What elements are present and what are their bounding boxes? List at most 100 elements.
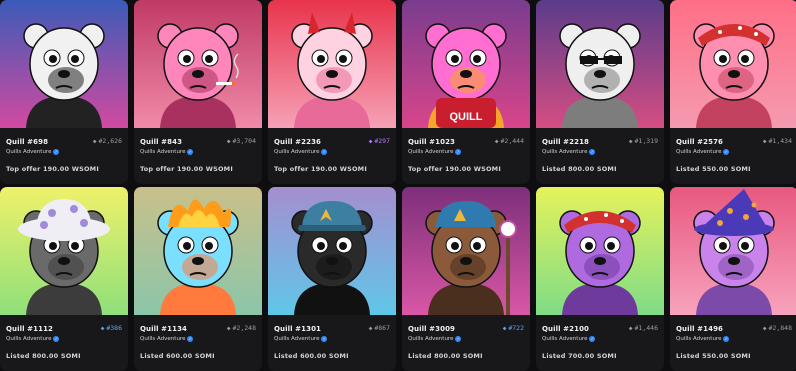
collection-name[interactable]: Quills Adventure ✓ [676, 336, 730, 342]
price-label: Listed 600.00 SOMI [140, 352, 215, 360]
nft-info: Quill #2236 ◆ #297 Quills Adventure ✓ Top off… [268, 128, 396, 184]
nft-image[interactable] [268, 0, 396, 128]
collection-label: Quills Adventure [408, 336, 454, 342]
nft-card[interactable]: Quill #1134 ◆ #2,248 Quills Adventure ✓ Liste… [134, 187, 262, 371]
rarity-rank: ◆ #1,319 [629, 137, 658, 145]
collection-name[interactable]: Quills Adventure ✓ [408, 149, 462, 155]
collection-name[interactable]: Quills Adventure ✓ [140, 336, 194, 342]
nft-image[interactable] [134, 187, 262, 315]
nft-name[interactable]: Quill #3009 [408, 325, 455, 333]
nft-info: Quill #1112 ◆ #386 Quills Adventure ✓ Listed … [0, 315, 128, 371]
rarity-rank-value: #722 [508, 324, 524, 332]
nft-name[interactable]: Quill #2218 [542, 138, 589, 146]
nft-card[interactable]: Quill #2236 ◆ #297 Quills Adventure ✓ Top off… [268, 0, 396, 184]
nft-image[interactable] [0, 187, 128, 315]
nft-image[interactable] [670, 0, 796, 128]
nft-card[interactable]: Quill #2100 ◆ #1,446 Quills Adventure ✓ Liste… [536, 187, 664, 371]
rarity-rank-value: #2,626 [98, 137, 122, 145]
rarity-rank-value: #2,248 [232, 324, 256, 332]
nft-card[interactable]: Quill #1112 ◆ #386 Quills Adventure ✓ Listed … [0, 187, 128, 371]
nft-card[interactable]: Quill #2576 ◆ #1,434 Quills Adventure ✓ Liste… [670, 0, 796, 184]
rarity-rank-value: #1,319 [634, 137, 658, 145]
collection-name[interactable]: Quills Adventure ✓ [274, 336, 328, 342]
rarity-icon: ◆ [628, 324, 633, 332]
price-label: Top offer 190.00 WSOMI [6, 165, 99, 173]
nft-name[interactable]: Quill #1112 [6, 325, 53, 333]
rarity-rank: ◆ #2,248 [227, 324, 256, 332]
collection-name[interactable]: Quills Adventure ✓ [6, 149, 60, 155]
collection-name[interactable]: Quills Adventure ✓ [274, 149, 328, 155]
nft-card[interactable]: Quill #3009 ◆ #722 Quills Adventure ✓ Listed … [402, 187, 530, 371]
nft-card[interactable]: QUILL Quill #1023 ◆ #2,444 Quills Adventure… [402, 0, 530, 184]
rarity-icon: ◆ [762, 137, 767, 145]
collection-name[interactable]: Quills Adventure ✓ [140, 149, 194, 155]
rarity-rank-value: #1,434 [768, 137, 792, 145]
rarity-icon: ◆ [628, 137, 633, 145]
rarity-rank-value: #297 [374, 137, 390, 145]
nft-grid: Quill #698 ◆ #2,626 Quills Adventure ✓ Top of… [0, 0, 796, 371]
collection-label: Quills Adventure [408, 149, 454, 155]
nft-image[interactable] [536, 187, 664, 315]
rarity-rank: ◆ #386 [101, 324, 122, 332]
verified-icon: ✓ [187, 336, 194, 342]
nft-info: Quill #2100 ◆ #1,446 Quills Adventure ✓ Liste… [536, 315, 664, 371]
rarity-rank: ◆ #1,434 [763, 137, 792, 145]
rarity-icon: ◆ [226, 137, 231, 145]
nft-image[interactable] [670, 187, 796, 315]
nft-image[interactable] [402, 187, 530, 315]
collection-label: Quills Adventure [274, 336, 320, 342]
nft-name[interactable]: Quill #1301 [274, 325, 321, 333]
rarity-rank: ◆ #867 [369, 324, 390, 332]
nft-name[interactable]: Quill #843 [140, 138, 182, 146]
rarity-rank-value: #867 [374, 324, 390, 332]
collection-name[interactable]: Quills Adventure ✓ [542, 336, 596, 342]
verified-icon: ✓ [187, 149, 194, 155]
price-label: Listed 550.00 SOMI [676, 165, 751, 173]
collection-name[interactable]: Quills Adventure ✓ [542, 149, 596, 155]
nft-info: Quill #1301 ◆ #867 Quills Adventure ✓ Listed … [268, 315, 396, 371]
rarity-icon: ◆ [226, 324, 231, 332]
rarity-rank: ◆ #722 [503, 324, 524, 332]
nft-image[interactable] [536, 0, 664, 128]
price-label: Listed 800.00 SOMI [6, 352, 81, 360]
nft-card[interactable]: Quill #1301 ◆ #867 Quills Adventure ✓ Listed … [268, 187, 396, 371]
rarity-rank: ◆ #3,704 [227, 137, 256, 145]
nft-name[interactable]: Quill #2100 [542, 325, 589, 333]
collection-label: Quills Adventure [6, 149, 52, 155]
rarity-rank-value: #1,446 [634, 324, 658, 332]
nft-image[interactable] [134, 0, 262, 128]
nft-info: Quill #1023 ◆ #2,444 Quills Adventure ✓ Top o… [402, 128, 530, 184]
nft-name[interactable]: Quill #2236 [274, 138, 321, 146]
nft-card[interactable]: Quill #1496 ◆ #2,848 Quills Adventure ✓ Liste… [670, 187, 796, 371]
verified-icon: ✓ [53, 149, 60, 155]
rarity-rank: ◆ #297 [369, 137, 390, 145]
nft-name[interactable]: Quill #1134 [140, 325, 187, 333]
nft-name[interactable]: Quill #1496 [676, 325, 723, 333]
rarity-icon: ◆ [494, 137, 499, 145]
rarity-rank: ◆ #2,848 [763, 324, 792, 332]
nft-card[interactable]: Quill #698 ◆ #2,626 Quills Adventure ✓ Top of… [0, 0, 128, 184]
collection-name[interactable]: Quills Adventure ✓ [676, 149, 730, 155]
nft-card[interactable]: Quill #843 ◆ #3,704 Quills Adventure ✓ Top of… [134, 0, 262, 184]
rarity-rank-value: #2,848 [768, 324, 792, 332]
nft-info: Quill #698 ◆ #2,626 Quills Adventure ✓ Top of… [0, 128, 128, 184]
collection-name[interactable]: Quills Adventure ✓ [6, 336, 60, 342]
verified-icon: ✓ [455, 149, 462, 155]
rarity-rank: ◆ #1,446 [629, 324, 658, 332]
nft-name[interactable]: Quill #2576 [676, 138, 723, 146]
collection-label: Quills Adventure [140, 336, 186, 342]
rarity-icon: ◆ [92, 137, 97, 145]
nft-image[interactable] [268, 187, 396, 315]
nft-image[interactable]: QUILL [402, 0, 530, 128]
rarity-rank-value: #3,704 [232, 137, 256, 145]
collection-name[interactable]: Quills Adventure ✓ [408, 336, 462, 342]
nft-image[interactable] [0, 0, 128, 128]
verified-icon: ✓ [723, 149, 730, 155]
collection-label: Quills Adventure [542, 336, 588, 342]
nft-name[interactable]: Quill #698 [6, 138, 48, 146]
verified-icon: ✓ [723, 336, 730, 342]
verified-icon: ✓ [53, 336, 60, 342]
nft-name[interactable]: Quill #1023 [408, 138, 455, 146]
price-label: Listed 800.00 SOMI [408, 352, 483, 360]
nft-card[interactable]: Quill #2218 ◆ #1,319 Quills Adventure ✓ Liste… [536, 0, 664, 184]
